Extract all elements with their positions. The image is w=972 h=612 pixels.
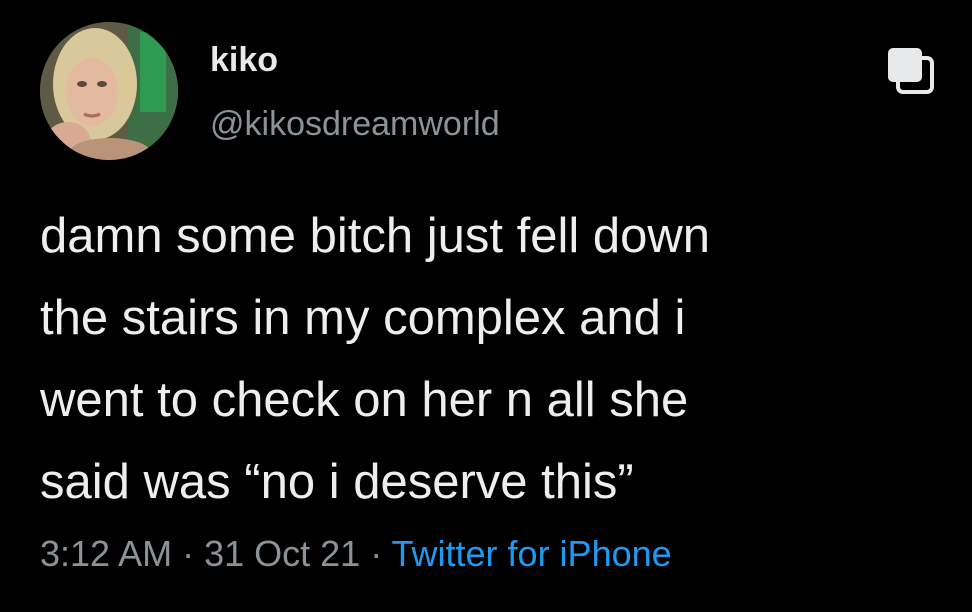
tweet-source-link[interactable]: Twitter for iPhone — [392, 533, 672, 574]
tweet-text: damn some bitch just fell down the stair… — [40, 195, 960, 523]
tweet-text-line: said was “no i deserve this” — [40, 455, 634, 509]
meta-separator: · — [172, 533, 205, 574]
avatar[interactable] — [40, 22, 178, 160]
tweet-time[interactable]: 3:12 AM — [40, 533, 172, 574]
display-name[interactable]: kiko — [210, 40, 278, 80]
meta-separator: · — [360, 533, 392, 574]
tweet-text-line: the stairs in my complex and i — [40, 291, 686, 345]
user-handle[interactable]: @kikosdreamworld — [210, 104, 500, 144]
copy-icon[interactable] — [884, 46, 938, 96]
tweet-text-line: damn some bitch just fell down — [40, 209, 710, 263]
tweet-card: kiko @kikosdreamworld damn some bitch ju… — [0, 0, 972, 612]
avatar-image — [40, 22, 178, 160]
tweet-meta: 3:12 AM · 31 Oct 21 · Twitter for iPhone — [40, 530, 672, 578]
tweet-text-line: went to check on her n all she — [40, 373, 689, 427]
tweet-date[interactable]: 31 Oct 21 — [204, 533, 360, 574]
